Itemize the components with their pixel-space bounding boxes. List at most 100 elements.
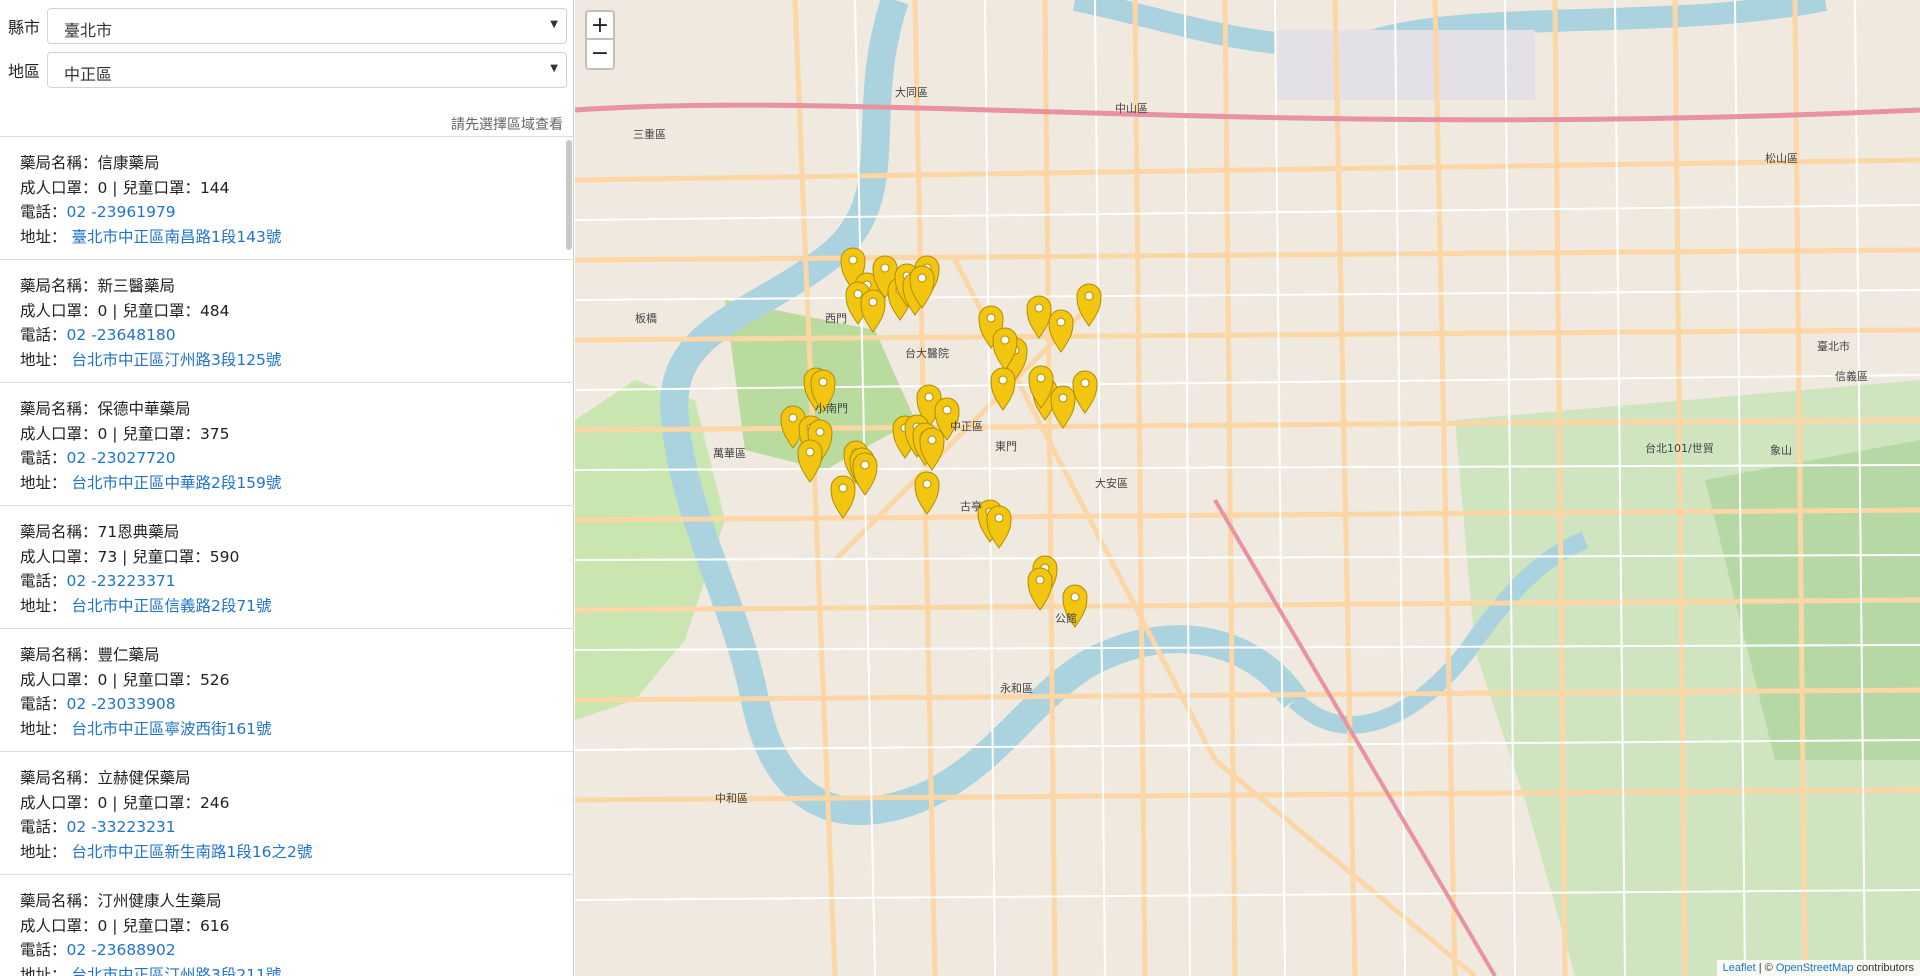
pharmacy-card[interactable]: 藥局名稱：汀州健康人生藥局 成人口罩：0 | 兒童口罩：616 電話：02 -236… [0,875,574,976]
pharmacy-address: 地址： 台北市中正區汀州路3段125號 [20,348,574,373]
address-label: 地址： [20,719,67,738]
road [575,247,1920,263]
pharmacy-name: 藥局名稱：汀州健康人生藥局 [20,892,222,910]
address-link[interactable]: 台北市中正區信義路2段71號 [71,597,271,615]
pharmacy-address: 地址： 台北市中正區汀州路3段211號 [20,963,574,976]
road [1042,0,1058,976]
address-label: 地址： [20,842,67,861]
address-label: 地址： [20,596,67,615]
chevron-down-icon: ▼ [550,63,558,74]
road [1332,0,1358,976]
pharmacy-marker[interactable] [914,471,940,515]
map-place-label: 中山區 [1115,102,1148,115]
phone-link[interactable]: 02 -23223371 [67,572,176,590]
pharmacy-marker[interactable] [852,452,878,496]
pharmacy-marker[interactable] [1050,385,1076,429]
pharmacy-marker[interactable] [830,475,856,519]
district-label: 地區 [8,62,41,81]
map-place-label: 東門 [995,440,1017,453]
sidebar: 縣市 臺北市 ▼ 地區 中正區 ▼ 請先選擇區域查看 藥局名稱：信康藥局 成人口罩… [0,0,574,976]
pharmacy-masks: 成人口罩：73 | 兒童口罩：590 [20,547,240,566]
phone-link[interactable]: 02 -33223231 [67,818,176,836]
pharmacy-card[interactable]: 藥局名稱：71恩典藥局 成人口罩：73 | 兒童口罩：590 電話：02 -2322… [0,506,574,629]
map-place-label: 萬華區 [713,447,746,460]
county-select[interactable]: 臺北市 ▼ [47,8,567,44]
map[interactable]: 三重區 大同區 中山區 松山區 萬華區 中正區 大安區 信義區 臺北市 永和區 中和區 西門 台大醫院小… [575,0,1920,976]
phone-label: 電話： [20,326,67,344]
pharmacy-phone: 電話：02 -33223231 [20,815,574,840]
county-select-value: 臺北市 [64,21,113,40]
list-scrollbar[interactable] [566,140,572,250]
map-place-label: 中正區 [950,420,983,433]
map-place-label: 臺北市 [1817,340,1850,353]
pharmacy-card[interactable]: 藥局名稱：信康藥局 成人口罩：0 | 兒童口罩：144 電話：02 -2396197… [0,137,574,260]
phone-link[interactable]: 02 -23961979 [67,203,176,221]
phone-link[interactable]: 02 -23648180 [67,326,176,344]
address-link[interactable]: 臺北市中正區南昌路1段143號 [71,228,281,246]
address-label: 地址： [20,473,67,492]
address-label: 地址： [20,965,67,976]
district-select[interactable]: 中正區 ▼ [47,52,567,88]
pharmacy-masks: 成人口罩：0 | 兒童口罩：144 [20,178,230,197]
street [575,204,1920,221]
pharmacy-card[interactable]: 藥局名稱：保德中華藥局 成人口罩：0 | 兒童口罩：375 電話：02 -23027… [0,383,574,506]
attribution-tail: contributors [1853,962,1914,974]
pharmacy-marker[interactable] [1027,567,1053,611]
airport-area [1275,30,1535,100]
zoom-in-button[interactable]: + [585,10,615,40]
map-tiles [575,0,1920,976]
phone-link[interactable]: 02 -23033908 [67,695,176,713]
pharmacy-phone: 電話：02 -23033908 [20,692,574,717]
pharmacy-phone: 電話：02 -23961979 [20,200,574,225]
county-filter: 縣市 臺北市 ▼ [0,0,574,50]
address-link[interactable]: 台北市中正區新生南路1段16之2號 [71,843,312,861]
pharmacy-masks: 成人口罩：0 | 兒童口罩：484 [20,301,230,320]
phone-label: 電話： [20,941,67,959]
map-place-label: 中和區 [715,792,748,805]
pharmacy-address: 地址： 台北市中正區寧波西街161號 [20,717,574,742]
map-place-label: 板橋 [635,312,657,325]
address-link[interactable]: 台北市中正區汀州路3段125號 [71,351,281,369]
pharmacy-masks: 成人口罩：0 | 兒童口罩：246 [20,793,230,812]
phone-label: 電話： [20,203,67,221]
pharmacy-marker[interactable] [797,439,823,483]
map-place-label: 大同區 [895,86,928,99]
osm-link[interactable]: OpenStreetMap [1776,962,1854,974]
pharmacy-card[interactable]: 藥局名稱：豐仁藥局 成人口罩：0 | 兒童口罩：526 電話：02 -2303390… [0,629,574,752]
address-link[interactable]: 台北市中正區汀州路3段211號 [71,966,281,976]
highway [575,102,1920,123]
district-select-value: 中正區 [64,65,113,84]
map-place-label: 公館 [1055,612,1077,625]
pharmacy-phone: 電話：02 -23688902 [20,938,574,963]
pharmacy-address: 地址： 臺北市中正區南昌路1段143號 [20,225,574,250]
pharmacy-phone: 電話：02 -23027720 [20,446,574,471]
phone-label: 電話： [20,572,67,590]
pharmacy-masks: 成人口罩：0 | 兒童口罩：375 [20,424,230,443]
chevron-down-icon: ▼ [550,19,558,30]
map-place-label: 大安區 [1095,477,1128,490]
road [1432,0,1458,976]
zoom-out-button[interactable]: − [585,40,615,70]
address-link[interactable]: 台北市中正區寧波西街161號 [71,720,271,738]
pharmacy-phone: 電話：02 -23223371 [20,569,574,594]
phone-link[interactable]: 02 -23688902 [67,941,176,959]
pharmacy-masks: 成人口罩：0 | 兒童口罩：616 [20,916,230,935]
pharmacy-marker[interactable] [1072,370,1098,414]
phone-link[interactable]: 02 -23027720 [67,449,176,467]
map-place-label: 西門 [825,312,847,325]
street [984,0,996,976]
road [792,0,838,976]
leaflet-link[interactable]: Leaflet [1723,962,1756,974]
pharmacy-list[interactable]: 藥局名稱：信康藥局 成人口罩：0 | 兒童口罩：144 電話：02 -2396197… [0,136,574,976]
pharmacy-marker[interactable] [860,289,886,333]
phone-label: 電話： [20,818,67,836]
map-place-label: 永和區 [1000,682,1033,695]
pharmacy-phone: 電話：02 -23648180 [20,323,574,348]
pharmacy-card[interactable]: 藥局名稱：新三醫藥局 成人口罩：0 | 兒童口罩：484 電話：02 -236481… [0,260,574,383]
address-link[interactable]: 台北市中正區中華路2段159號 [71,474,281,492]
county-label: 縣市 [8,18,41,37]
pharmacy-card[interactable]: 藥局名稱：立赫健保藥局 成人口罩：0 | 兒童口罩：246 電話：02 -33223… [0,752,574,875]
address-label: 地址： [20,227,67,246]
map-place-label: 信義區 [1835,370,1868,383]
map-place-label: 台大醫院 [905,347,949,360]
